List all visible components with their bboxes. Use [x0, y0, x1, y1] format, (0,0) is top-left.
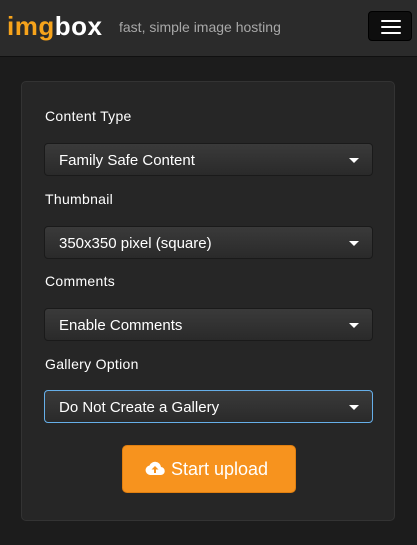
caret-down-icon — [349, 241, 359, 246]
gallery-option-label: Gallery Option — [45, 356, 139, 372]
logo-text-img: img — [7, 11, 55, 41]
thumbnail-select[interactable]: 350x350 pixel (square) — [44, 226, 373, 259]
gallery-option-select[interactable]: Do Not Create a Gallery — [44, 390, 373, 423]
logo[interactable]: imgbox — [7, 11, 102, 41]
caret-down-icon — [349, 158, 359, 163]
content-type-label: Content Type — [45, 108, 132, 124]
start-upload-label: Start upload — [171, 459, 269, 479]
gallery-option-value: Do Not Create a Gallery — [59, 399, 220, 416]
caret-down-icon — [349, 405, 359, 410]
logo-text-box: box — [54, 11, 103, 41]
start-upload-button[interactable]: Start upload — [122, 445, 296, 493]
content-type-value: Family Safe Content — [59, 152, 195, 169]
comments-label: Comments — [45, 273, 116, 289]
tagline: fast, simple image hosting — [119, 19, 281, 35]
comments-value: Enable Comments — [59, 317, 183, 334]
caret-down-icon — [349, 323, 359, 328]
navbar: imgbox fast, simple image hosting — [0, 0, 417, 57]
thumbnail-value: 350x350 pixel (square) — [59, 235, 212, 252]
upload-options-panel: Content Type Family Safe Content Thumbna… — [21, 81, 395, 521]
hamburger-menu-button[interactable] — [368, 11, 412, 41]
comments-select[interactable]: Enable Comments — [44, 308, 373, 341]
content-type-select[interactable]: Family Safe Content — [44, 143, 373, 176]
cloud-upload-icon — [145, 460, 165, 481]
thumbnail-label: Thumbnail — [45, 191, 114, 207]
